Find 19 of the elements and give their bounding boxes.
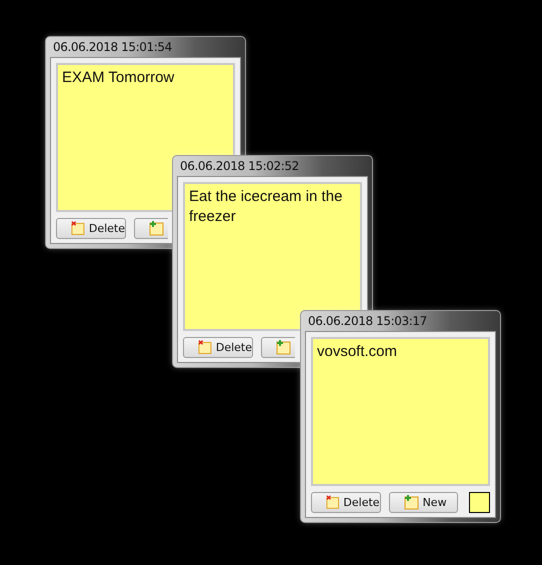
add-note-icon	[276, 340, 291, 355]
add-note-icon	[404, 495, 419, 510]
add-note-icon	[149, 221, 164, 236]
note-text: EXAM Tomorrow	[62, 69, 174, 86]
delete-note-icon	[326, 495, 340, 510]
window-title: 06.06.2018 15:01:54	[53, 40, 172, 54]
delete-note-icon	[71, 221, 85, 236]
note-text: Eat the icecream in the freezer	[189, 188, 342, 225]
delete-button[interactable]: Delete	[56, 218, 126, 239]
new-button[interactable]	[261, 337, 295, 358]
delete-button[interactable]: Delete	[311, 492, 381, 513]
delete-button[interactable]: Delete	[183, 337, 253, 358]
new-button[interactable]: New	[388, 492, 458, 513]
window-title: 06.06.2018 15:02:52	[180, 159, 299, 173]
note-text: vovsoft.com	[317, 343, 398, 360]
window-title: 06.06.2018 15:03:17	[308, 314, 427, 328]
delete-note-icon	[198, 340, 212, 355]
color-swatch[interactable]	[469, 492, 490, 513]
new-button[interactable]	[134, 218, 168, 239]
